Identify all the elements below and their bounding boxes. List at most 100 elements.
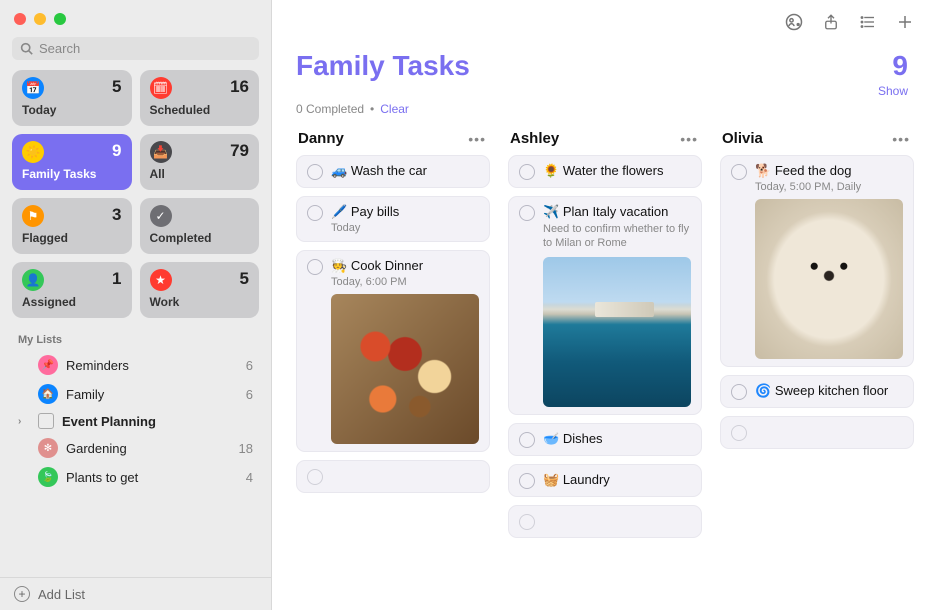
view-options-button[interactable] (858, 13, 878, 31)
task-radio[interactable] (731, 384, 747, 400)
smart-flagged-label: Flagged (22, 231, 122, 245)
completed-icon: ✓ (150, 205, 172, 227)
task-attachment-image[interactable] (755, 199, 903, 359)
smart-flagged-count: 3 (112, 205, 121, 225)
column-menu-button[interactable]: ••• (468, 131, 486, 147)
smart-assigned[interactable]: 👤1 Assigned (12, 262, 132, 318)
task-attachment-image[interactable] (543, 257, 691, 407)
clear-completed-button[interactable]: Clear (380, 102, 409, 116)
add-reminder-button[interactable] (896, 13, 914, 31)
reminders-icon: 📌 (38, 355, 58, 375)
list-family-count: 6 (246, 387, 253, 402)
task-title: Water the flowers (563, 163, 664, 178)
column-menu-button[interactable]: ••• (892, 131, 910, 147)
flagged-icon: ⚑ (22, 205, 44, 227)
smart-today-label: Today (22, 103, 122, 117)
family-icon: 🏠 (38, 384, 58, 404)
list-total-count: 9 (878, 50, 908, 82)
task-radio[interactable] (519, 432, 535, 448)
smart-work[interactable]: ★5 Work (140, 262, 260, 318)
task-radio[interactable] (307, 469, 323, 485)
show-completed-button[interactable]: Show (878, 84, 908, 98)
task-water-flowers[interactable]: 🌻 Water the flowers (508, 155, 702, 188)
smart-family-count: 9 (112, 141, 121, 161)
list-reminders-label: Reminders (66, 358, 238, 373)
chevron-right-icon: › (18, 416, 28, 427)
column-danny: Danny••• 🚙 Wash the car 🖊️ Pay billsToda… (296, 128, 490, 598)
task-title: Laundry (563, 472, 610, 487)
task-radio[interactable] (307, 205, 323, 221)
task-notes: Need to confirm whether to fly to Milan … (543, 222, 691, 251)
list-gardening-label: Gardening (66, 441, 231, 456)
gardening-icon: ✻ (38, 438, 58, 458)
task-radio[interactable] (519, 514, 535, 530)
task-radio[interactable] (519, 473, 535, 489)
smart-lists-grid: 📅5 Today 🗓16 Scheduled ☀️9 Family Tasks … (0, 70, 271, 328)
task-sweep-floor[interactable]: 🌀 Sweep kitchen floor (720, 375, 914, 408)
list-plants[interactable]: 🍃 Plants to get 4 (6, 463, 265, 491)
task-dishes[interactable]: 🥣 Dishes (508, 423, 702, 456)
plants-icon: 🍃 (38, 467, 58, 487)
share-button[interactable] (822, 12, 840, 32)
smart-all[interactable]: 📥79 All (140, 134, 260, 190)
task-pay-bills[interactable]: 🖊️ Pay billsToday (296, 196, 490, 242)
task-title: Cook Dinner (351, 258, 423, 273)
toolbar (272, 0, 932, 44)
task-attachment-image[interactable] (331, 294, 479, 444)
smart-family-tasks[interactable]: ☀️9 Family Tasks (12, 134, 132, 190)
smart-scheduled-label: Scheduled (150, 103, 250, 117)
columns-container: Danny••• 🚙 Wash the car 🖊️ Pay billsToda… (272, 128, 932, 610)
column-ashley: Ashley ••• 🌻 Water the flowers ✈️ Plan It… (508, 128, 702, 598)
task-empty[interactable] (296, 460, 490, 493)
smart-assigned-label: Assigned (22, 295, 122, 309)
column-ashley-title: Ashley (510, 130, 559, 147)
task-plan-italy[interactable]: ✈️ Plan Italy vacationNeed to confirm wh… (508, 196, 702, 415)
task-radio[interactable] (519, 205, 535, 221)
task-title: Wash the car (351, 163, 427, 178)
smart-work-count: 5 (240, 269, 249, 289)
task-radio[interactable] (519, 164, 535, 180)
assigned-icon: 👤 (22, 269, 44, 291)
folder-icon (38, 413, 54, 429)
task-radio[interactable] (307, 164, 323, 180)
column-menu-button[interactable]: ••• (680, 131, 698, 147)
search-icon (20, 42, 33, 55)
smart-all-label: All (150, 167, 250, 181)
smart-family-label: Family Tasks (22, 167, 122, 181)
add-list-label: Add List (38, 587, 85, 602)
smart-today[interactable]: 📅5 Today (12, 70, 132, 126)
smart-today-count: 5 (112, 77, 121, 97)
group-event-planning[interactable]: › Event Planning (6, 409, 265, 433)
work-icon: ★ (150, 269, 172, 291)
window-controls (0, 0, 271, 33)
close-window-button[interactable] (14, 13, 26, 25)
list-family[interactable]: 🏠 Family 6 (6, 380, 265, 408)
task-radio[interactable] (731, 425, 747, 441)
main-panel: Family Tasks 9 Show 0 Completed • Clear … (272, 0, 932, 610)
smart-completed[interactable]: ✓ Completed (140, 198, 260, 254)
task-cook-dinner[interactable]: 🧑‍🍳 Cook DinnerToday, 6:00 PM (296, 250, 490, 452)
task-radio[interactable] (731, 164, 747, 180)
task-laundry[interactable]: 🧺 Laundry (508, 464, 702, 497)
task-empty[interactable] (720, 416, 914, 449)
task-radio[interactable] (307, 259, 323, 275)
task-empty[interactable] (508, 505, 702, 538)
scheduled-icon: 🗓 (150, 77, 172, 99)
task-feed-dog[interactable]: 🐕 Feed the dogToday, 5:00 PM, Daily (720, 155, 914, 367)
list-reminders[interactable]: 📌 Reminders 6 (6, 351, 265, 379)
column-olivia-title: Olivia (722, 130, 763, 147)
task-meta: Today, 5:00 PM, Daily (755, 181, 903, 193)
add-list-button[interactable]: + Add List (0, 577, 271, 610)
maximize-window-button[interactable] (54, 13, 66, 25)
list-reminders-count: 6 (246, 358, 253, 373)
list-gardening[interactable]: ✻ Gardening 18 (6, 434, 265, 462)
search-input[interactable]: Search (12, 37, 259, 60)
task-title: Dishes (563, 431, 603, 446)
my-lists-section: My Lists 📌 Reminders 6 🏠 Family 6 › Even… (0, 328, 271, 577)
minimize-window-button[interactable] (34, 13, 46, 25)
smart-flagged[interactable]: ⚑ 3 Flagged (12, 198, 132, 254)
plus-icon: + (14, 586, 30, 602)
smart-scheduled[interactable]: 🗓16 Scheduled (140, 70, 260, 126)
task-wash-car[interactable]: 🚙 Wash the car (296, 155, 490, 188)
collaborate-button[interactable] (784, 12, 804, 32)
